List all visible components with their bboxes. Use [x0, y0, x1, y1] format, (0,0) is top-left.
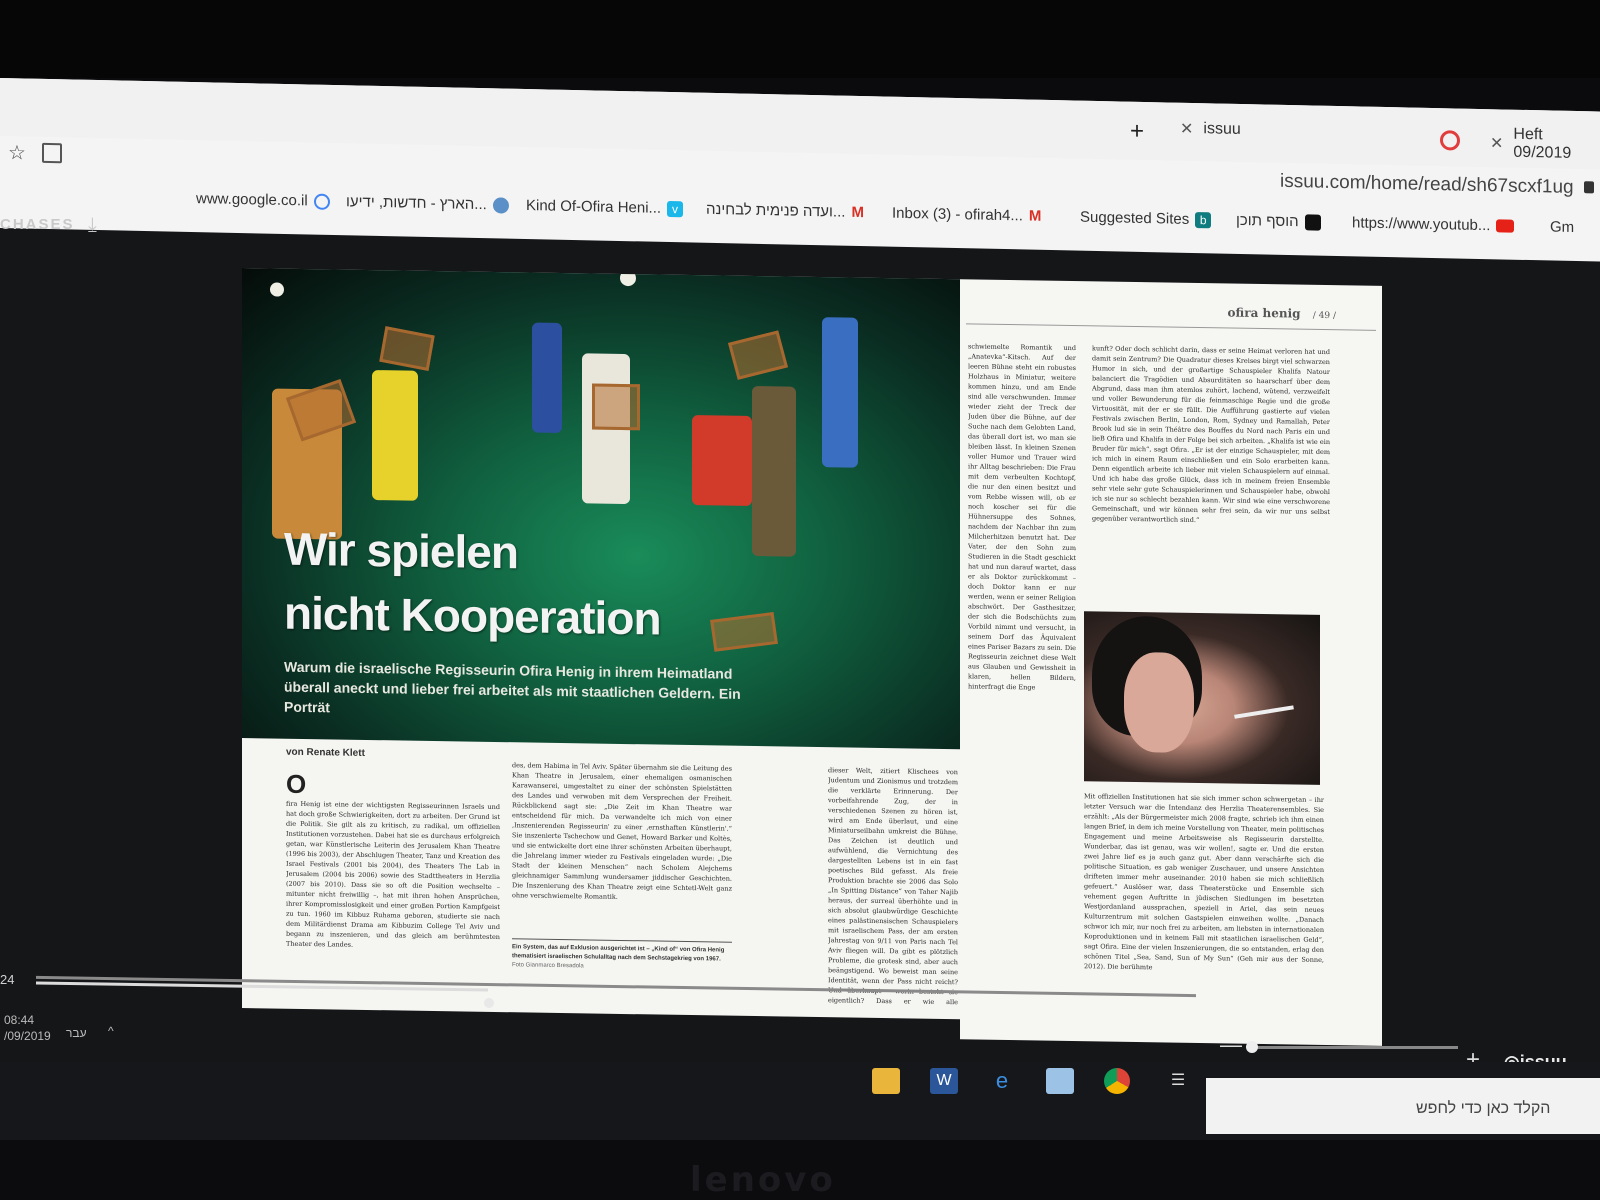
word-icon[interactable]: W: [930, 1068, 958, 1094]
vimeo-icon: v: [667, 200, 684, 217]
bookmark-google[interactable]: www.google.co.il: [196, 190, 330, 210]
bookmark-star-icon[interactable]: ☆: [8, 140, 26, 165]
bookmark-add-content[interactable]: הוסף תוכן: [1236, 212, 1321, 231]
zoom-slider[interactable]: [1248, 1046, 1458, 1049]
tab-label: Heft 09/2019: [1513, 125, 1572, 162]
bookmark-vimeo[interactable]: Kind Of-Ofira Heni... v: [526, 197, 684, 217]
article-subtitle: Warum die israelische Regisseurin Ofira …: [284, 658, 741, 716]
taskbar-clock[interactable]: 08:44 /09/2019: [4, 1012, 51, 1044]
new-tab-button[interactable]: +: [1130, 118, 1144, 146]
cigarette: [1234, 705, 1294, 719]
chair: [727, 330, 789, 380]
portrait-photo: [1084, 611, 1320, 785]
page-progress-handle[interactable]: [484, 998, 494, 1008]
bookmark-icon: [1304, 213, 1321, 231]
task-view-icon[interactable]: ☰: [1164, 1068, 1192, 1094]
text-column-6: Mit offiziellen Institutionen hat sie si…: [1084, 792, 1324, 972]
text-column-1: fira Henig ist eine der wichtigsten Regi…: [286, 799, 500, 949]
gmail-icon: M: [1028, 207, 1042, 225]
bookmark-committee[interactable]: ועדה פנימית לבחינה... M: [706, 201, 867, 221]
zoom-out-button[interactable]: —: [1220, 1032, 1242, 1058]
bookmark-youtube[interactable]: https://www.youtub...: [1352, 214, 1515, 234]
google-icon: [313, 193, 330, 210]
photo-caption: Ein System, das auf Exklusion ausgericht…: [512, 938, 732, 974]
text-column-4: kunft? Oder doch schlicht darin, dass er…: [1092, 344, 1330, 525]
lock-icon: [1584, 181, 1594, 194]
media-icon[interactable]: [1046, 1068, 1074, 1094]
byline: von Renate Klett: [286, 746, 365, 759]
bookmark-inbox[interactable]: Inbox (3) - ofirah4... M: [892, 205, 1045, 225]
purchases-link[interactable]: CHASES: [0, 216, 75, 233]
text-column-2: des, dem Habima in Tel Aviv. Später über…: [512, 761, 732, 901]
download-icon[interactable]: ⤓: [88, 214, 97, 237]
bookmark-gm[interactable]: Gm: [1550, 218, 1574, 236]
chair: [710, 612, 778, 652]
chair: [379, 326, 435, 371]
tab-heft[interactable]: ✕ Heft 09/2019: [1490, 125, 1600, 163]
issuu-favicon-icon: [1440, 130, 1460, 151]
page-right: ofira henig / 49 / schwiemelte Romantik …: [960, 279, 1382, 1046]
actor-figure: [372, 370, 418, 501]
bing-icon: b: [1195, 211, 1212, 228]
device-brand-logo: lenovo: [690, 1160, 836, 1200]
page-left: Wir spielen nicht Kooperation Warum die …: [242, 268, 960, 1020]
language-indicator[interactable]: עבר: [66, 1026, 87, 1040]
monitor-bezel-top: [0, 0, 1600, 78]
close-tab-icon[interactable]: ✕: [1180, 119, 1193, 139]
chair: [592, 383, 640, 431]
article-title: Wir spielen nicht Kooperation: [284, 522, 661, 645]
actor-figure: [822, 317, 858, 468]
page-indicator: 24: [0, 972, 15, 987]
actor-figure: [532, 322, 562, 434]
file-explorer-icon[interactable]: [872, 1068, 900, 1094]
stage-photo: Wir spielen nicht Kooperation Warum die …: [242, 268, 960, 750]
drop-cap: O: [286, 768, 307, 800]
gmail-icon: M: [851, 203, 864, 221]
edge-icon[interactable]: e: [988, 1068, 1016, 1094]
header-rule: [966, 323, 1376, 331]
youtube-icon: [1496, 219, 1515, 233]
close-tab-icon[interactable]: ✕: [1490, 133, 1503, 153]
taskbar-search-placeholder: הקלד כאן כדי לחפש: [1416, 1100, 1551, 1117]
extension-icon[interactable]: [42, 142, 62, 164]
actor-figure: [752, 386, 796, 557]
address-bar[interactable]: issuu.com/home/read/sh67scxf1ug: [1280, 171, 1574, 199]
running-head: ofira henig / 49 /: [1227, 305, 1336, 322]
tab-label: issuu: [1203, 120, 1241, 138]
magazine-spread: Wir spielen nicht Kooperation Warum die …: [242, 268, 1382, 1046]
haaretz-icon: [492, 196, 509, 214]
tray-expand-icon[interactable]: ^: [108, 1024, 114, 1038]
actor-figure: [692, 415, 752, 507]
bookmark-suggested[interactable]: Suggested Sites b: [1080, 209, 1212, 229]
text-column-5: dieser Welt, zitiert Klischees von Juden…: [828, 766, 958, 1007]
text-column-3: schwiemelte Romantik und „Anatevka“-Kits…: [968, 342, 1076, 692]
chrome-icon[interactable]: [1104, 1068, 1130, 1094]
bookmark-haaretz[interactable]: הארץ - חדשות, ידיעו...: [346, 193, 509, 213]
zoom-slider-handle[interactable]: [1246, 1041, 1258, 1053]
portrait-face: [1124, 651, 1194, 753]
tab-issuu[interactable]: ✕ issuu: [1180, 119, 1241, 140]
stage-light: [270, 282, 284, 297]
